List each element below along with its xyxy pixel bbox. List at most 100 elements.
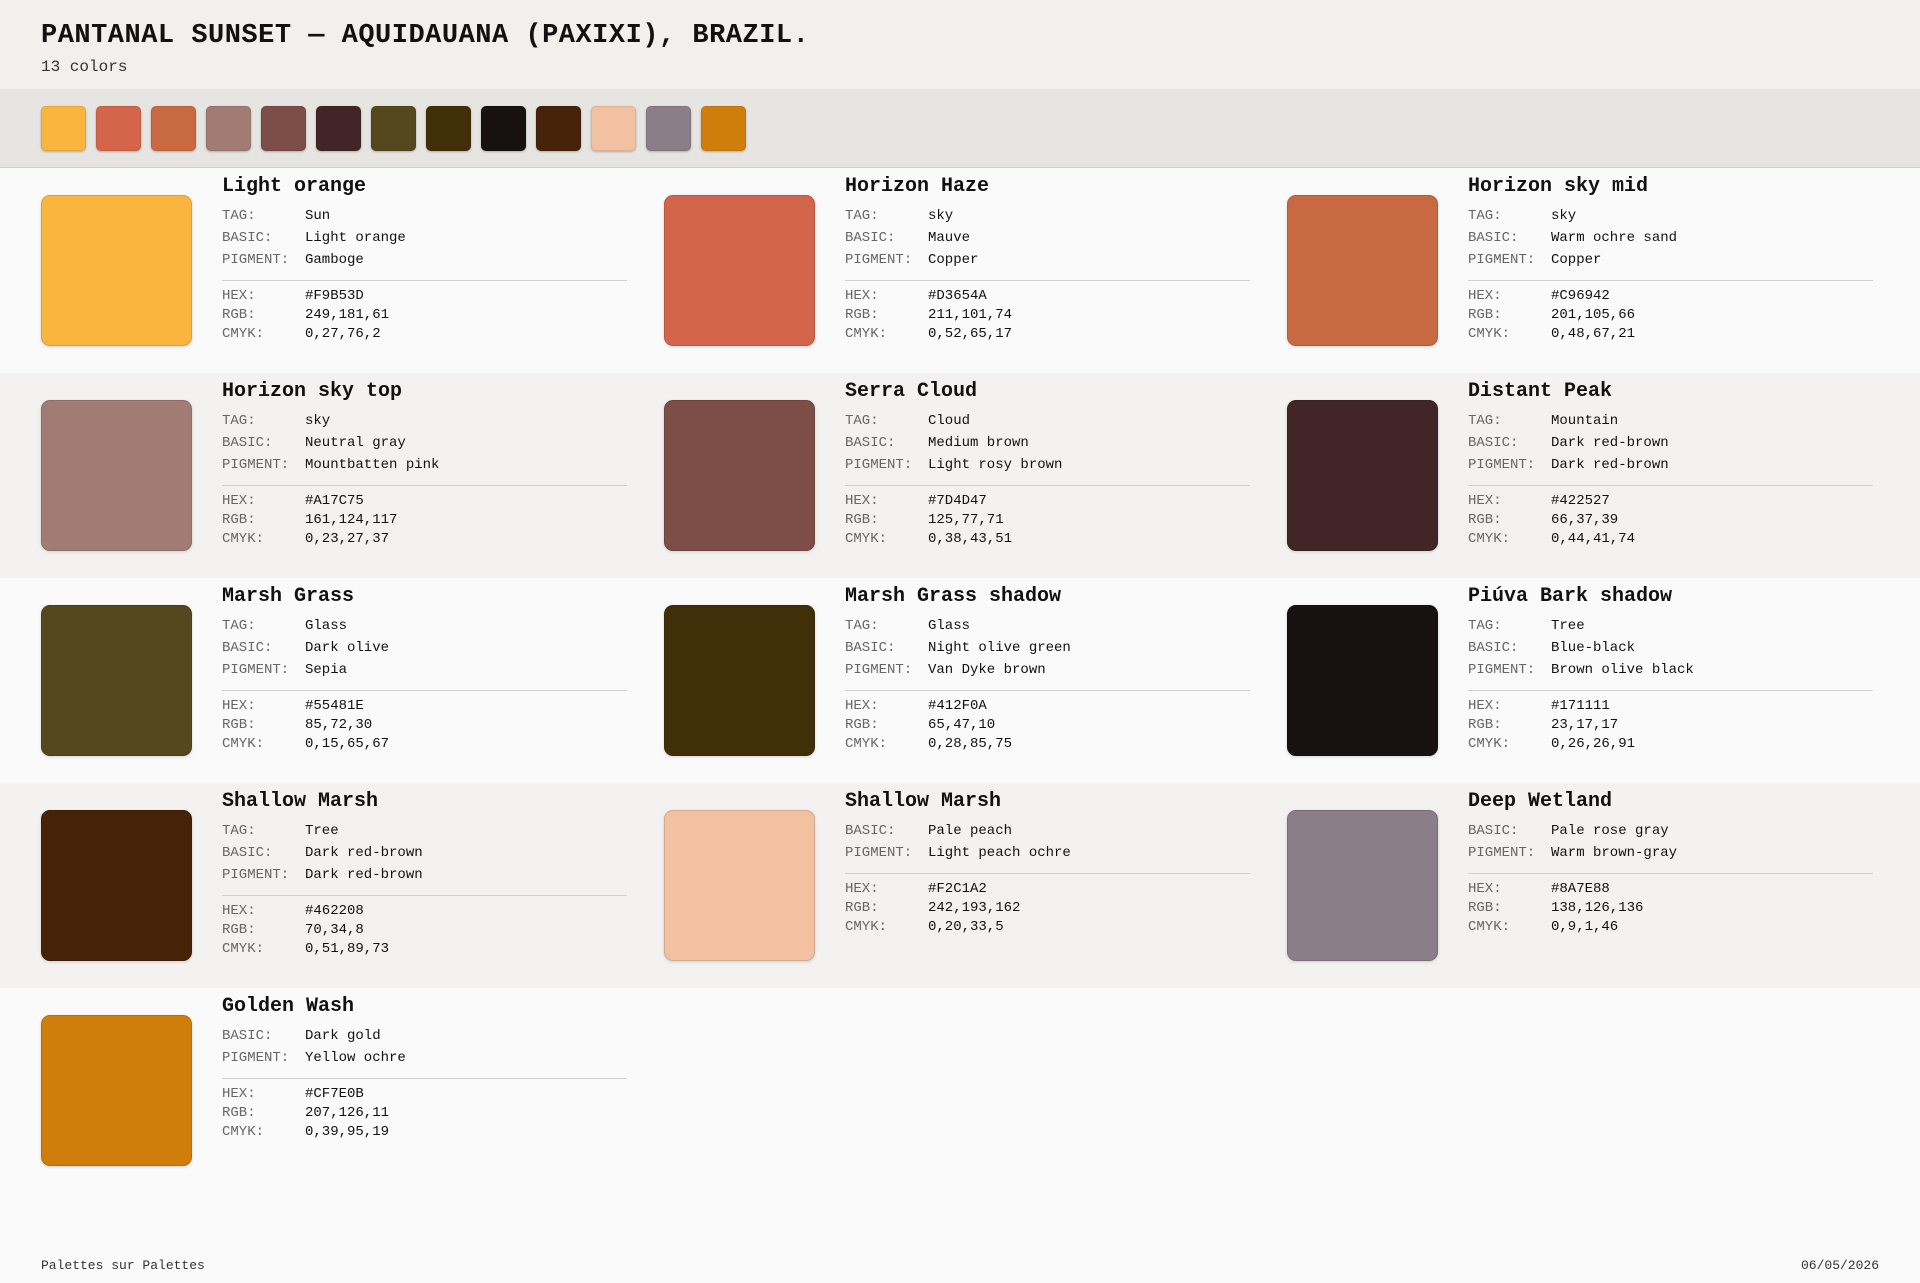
color-card: Light orange TAG: Sun BASIC: Light orange PIG… [0,168,627,373]
hex-label: HEX: [1468,493,1502,509]
hex-row: HEX: #7D4D47 [845,492,1250,511]
palette-strip-swatch[interactable] [41,106,86,151]
color-name: Marsh Grass shadow [845,585,1062,608]
cmyk-value: 0,28,85,75 [928,736,1013,752]
pigment-label: PIGMENT: [1468,252,1536,268]
palette-strip-swatch[interactable] [371,106,416,151]
palette-strip-swatch[interactable] [316,106,361,151]
rgb-label: RGB: [845,717,879,733]
rgb-value: 85,72,30 [305,717,373,733]
color-info: Distant Peak TAG: Mountain BASIC: Dark red-b… [1468,379,1873,549]
pigment-value: Light rosy brown [928,457,1063,473]
basic-row: BASIC: Mauve [845,227,1250,249]
palette-strip-swatch[interactable] [701,106,746,151]
tag-label: TAG: [1468,208,1502,224]
hex-value: #F9B53D [305,288,364,304]
tag-label: TAG: [222,618,256,634]
rgb-label: RGB: [222,512,256,528]
rgb-row: RGB: 211,101,74 [845,306,1250,325]
color-swatch[interactable] [1287,400,1438,551]
palette-strip-swatch[interactable] [261,106,306,151]
hex-row: HEX: #F9B53D [222,287,627,306]
hex-value: #7D4D47 [928,493,987,509]
color-card: Horizon sky mid TAG: sky BASIC: Warm ochre s… [1246,168,1873,373]
tag-label: TAG: [1468,413,1502,429]
color-card: Horizon sky top TAG: sky BASIC: Neutral gray… [0,373,627,578]
color-row: Golden Wash BASIC: Dark gold PIGMENT: Yellow… [0,988,1920,1193]
palette-strip-swatch[interactable] [481,106,526,151]
basic-value: Dark olive [305,640,390,656]
pigment-label: PIGMENT: [845,845,913,861]
rgb-value: 211,101,74 [928,307,1013,323]
basic-label: BASIC: [222,845,273,861]
color-name: Marsh Grass [222,585,355,608]
hex-label: HEX: [845,698,879,714]
pigment-value: Mountbatten pink [305,457,440,473]
tag-row: TAG: Glass [845,615,1250,637]
basic-label: BASIC: [845,435,896,451]
hex-row: HEX: #171111 [1468,697,1873,716]
cmyk-row: CMYK: 0,39,95,19 [222,1123,627,1142]
divider [222,895,627,896]
palette-strip-swatch[interactable] [426,106,471,151]
color-swatch[interactable] [664,810,815,961]
basic-row: BASIC: Blue-black [1468,637,1873,659]
hex-value: #8A7E88 [1551,881,1610,897]
hex-label: HEX: [222,903,256,919]
palette-strip-swatch[interactable] [96,106,141,151]
color-swatch[interactable] [664,400,815,551]
cmyk-row: CMYK: 0,27,76,2 [222,325,627,344]
pigment-row: PIGMENT: Brown olive black [1468,659,1873,681]
color-swatch[interactable] [41,195,192,346]
basic-label: BASIC: [1468,435,1519,451]
page-title: PANTANAL SUNSET — AQUIDAUANA (PAXIXI), B… [41,21,810,51]
basic-row: BASIC: Night olive green [845,637,1250,659]
pigment-row: PIGMENT: Yellow ochre [222,1047,627,1069]
rgb-value: 138,126,136 [1551,900,1644,916]
color-info: Serra Cloud TAG: Cloud BASIC: Medium brown PI… [845,379,1250,549]
hex-row: HEX: #412F0A [845,697,1250,716]
cmyk-label: CMYK: [845,531,888,547]
color-card: Marsh Grass shadow TAG: Glass BASIC: Night o… [623,578,1250,783]
basic-value: Neutral gray [305,435,406,451]
color-name: Shallow Marsh [845,790,1002,813]
color-swatch[interactable] [41,810,192,961]
cmyk-label: CMYK: [222,1124,265,1140]
palette-strip-swatch[interactable] [151,106,196,151]
pigment-value: Sepia [305,662,348,678]
basic-label: BASIC: [1468,823,1519,839]
hex-value: #F2C1A2 [928,881,987,897]
palette-strip-swatch[interactable] [536,106,581,151]
color-swatch[interactable] [664,605,815,756]
color-card: Horizon Haze TAG: sky BASIC: Mauve PIGMENT: Co… [623,168,1250,373]
rgb-row: RGB: 65,47,10 [845,716,1250,735]
hex-row: HEX: #8A7E88 [1468,880,1873,899]
page-footer: Palettes sur Palettes 06/05/2026 [41,1258,1879,1273]
tag-value: sky [928,208,954,224]
palette-strip-swatch[interactable] [646,106,691,151]
hex-label: HEX: [1468,698,1502,714]
basic-label: BASIC: [222,640,273,656]
palette-strip-swatch[interactable] [206,106,251,151]
hex-value: #171111 [1551,698,1610,714]
basic-value: Dark red-brown [1551,435,1669,451]
color-swatch[interactable] [41,1015,192,1166]
rgb-row: RGB: 23,17,17 [1468,716,1873,735]
cmyk-row: CMYK: 0,26,26,91 [1468,735,1873,754]
basic-value: Light orange [305,230,406,246]
palette-strip-swatch[interactable] [591,106,636,151]
cmyk-value: 0,20,33,5 [928,919,1004,935]
color-info: Marsh Grass shadow TAG: Glass BASIC: Night o… [845,584,1250,754]
color-swatch[interactable] [1287,195,1438,346]
tag-value: sky [305,413,331,429]
color-swatch[interactable] [41,605,192,756]
color-swatch[interactable] [664,195,815,346]
hex-value: #D3654A [928,288,987,304]
color-swatch[interactable] [1287,605,1438,756]
rgb-row: RGB: 242,193,162 [845,899,1250,918]
color-swatch[interactable] [41,400,192,551]
color-swatch[interactable] [1287,810,1438,961]
hex-value: #422527 [1551,493,1610,509]
rgb-value: 65,47,10 [928,717,996,733]
hex-label: HEX: [1468,881,1502,897]
